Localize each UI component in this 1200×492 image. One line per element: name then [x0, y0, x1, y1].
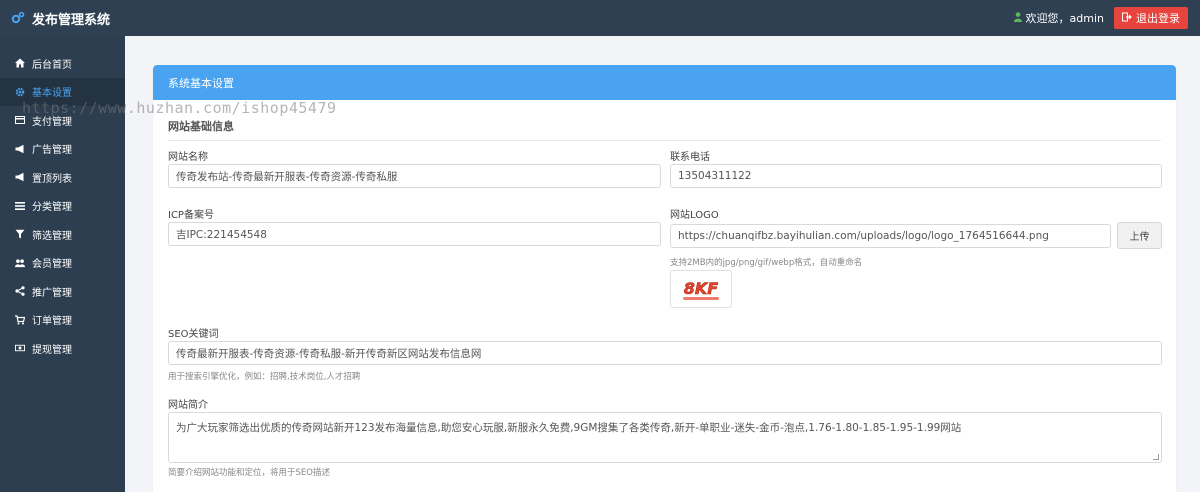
- sidebar-item-label: 订单管理: [32, 316, 72, 328]
- sidebar-item-label: 置顶列表: [32, 173, 72, 185]
- watermark-text: https://www.huzhan.com/ishop45479: [22, 99, 337, 117]
- sidebar-item-ads[interactable]: 广告管理: [0, 135, 125, 164]
- sidebar-item-label: 后台首页: [32, 59, 72, 71]
- bullhorn-icon: [15, 172, 25, 182]
- resize-handle[interactable]: [1153, 454, 1159, 460]
- bullhorn-icon: [15, 144, 25, 154]
- sidebar-item-label: 分类管理: [32, 202, 72, 214]
- svg-text:8KF: 8KF: [684, 279, 719, 298]
- share-icon: [15, 286, 25, 297]
- welcome-label: 欢迎您，admin: [1025, 12, 1104, 25]
- phone-input[interactable]: 13504311122: [670, 164, 1162, 188]
- description-help-text: 简要介绍网站功能和定位，将用于SEO描述: [168, 468, 330, 478]
- seo-help-text: 用于搜索引擎优化，例如：招聘,技术岗位,人才招聘: [168, 372, 361, 382]
- sidebar-item-pinned-list[interactable]: 置顶列表: [0, 163, 125, 192]
- description-text: 为广大玩家筛选出优质的传奇网站新开123发布海量信息,助您安心玩服,新服永久免费…: [176, 422, 962, 434]
- sign-out-icon: [1122, 12, 1132, 25]
- sidebar-item-label: 筛选管理: [32, 230, 72, 242]
- logo-preview: 8KF: [670, 270, 732, 308]
- panel-title: 系统基本设置: [168, 76, 234, 90]
- top-bar: 发布管理系统 欢迎您，admin 退出登录: [0, 0, 1200, 36]
- sidebar-item-categories[interactable]: 分类管理: [0, 192, 125, 221]
- sidebar-item-withdrawals[interactable]: 提现管理: [0, 334, 125, 363]
- welcome-text: 欢迎您，admin: [1013, 10, 1104, 26]
- home-icon: [15, 58, 25, 68]
- logo-label: 网站LOGO: [670, 210, 719, 221]
- money-icon: [15, 343, 25, 353]
- list-icon: [15, 201, 25, 211]
- sidebar-item-home[interactable]: 后台首页: [0, 49, 125, 78]
- site-name-input[interactable]: 传奇发布站-传奇最新开服表-传奇资源-传奇私服: [168, 164, 661, 188]
- logout-button[interactable]: 退出登录: [1114, 7, 1188, 29]
- icp-label: ICP备案号: [168, 210, 214, 221]
- description-textarea[interactable]: 为广大玩家筛选出优质的传奇网站新开123发布海量信息,助您安心玩服,新服永久免费…: [168, 412, 1162, 463]
- sidebar-item-label: 基本设置: [32, 88, 72, 100]
- user-icon: [1013, 11, 1022, 25]
- brand: 发布管理系统: [10, 9, 110, 28]
- gear-icon: [15, 87, 25, 97]
- logout-label: 退出登录: [1136, 12, 1180, 25]
- sidebar-item-label: 提现管理: [32, 344, 72, 356]
- sidebar-item-label: 广告管理: [32, 145, 72, 157]
- app-title: 发布管理系统: [32, 12, 111, 28]
- logo-url-input[interactable]: https://chuanqifbz.bayihulian.com/upload…: [670, 224, 1111, 248]
- seo-keywords-input[interactable]: 传奇最新开服表-传奇资源-传奇私服-新开传奇新区网站发布信息网: [168, 341, 1162, 365]
- users-icon: [15, 258, 25, 268]
- phone-label: 联系电话: [670, 152, 710, 163]
- cart-icon: [15, 315, 25, 325]
- sidebar-item-filters[interactable]: 筛选管理: [0, 220, 125, 249]
- seo-keywords-label: SEO关键词: [168, 329, 219, 340]
- icp-input[interactable]: 吉IPC:221454548: [168, 222, 661, 246]
- filter-icon: [15, 229, 25, 239]
- sidebar-item-promotion[interactable]: 推广管理: [0, 277, 125, 306]
- site-name-label: 网站名称: [168, 152, 208, 163]
- upload-button[interactable]: 上传: [1117, 222, 1162, 249]
- sidebar-item-members[interactable]: 会员管理: [0, 249, 125, 278]
- logo-help-text: 支持2MB内的jpg/png/gif/webp格式，自动重命名: [670, 258, 863, 268]
- sidebar-item-label: 会员管理: [32, 259, 72, 271]
- logo-preview-image: 8KF: [683, 279, 719, 300]
- sidebar-item-orders[interactable]: 订单管理: [0, 306, 125, 335]
- panel-header: 系统基本设置: [153, 65, 1176, 100]
- description-label: 网站简介: [168, 400, 208, 411]
- settings-panel: 系统基本设置 网站基础信息 网站名称 传奇发布站-传奇最新开服表-传奇资源-传奇…: [153, 65, 1176, 492]
- sidebar-item-label: 推广管理: [32, 287, 72, 299]
- gears-icon: [10, 10, 26, 26]
